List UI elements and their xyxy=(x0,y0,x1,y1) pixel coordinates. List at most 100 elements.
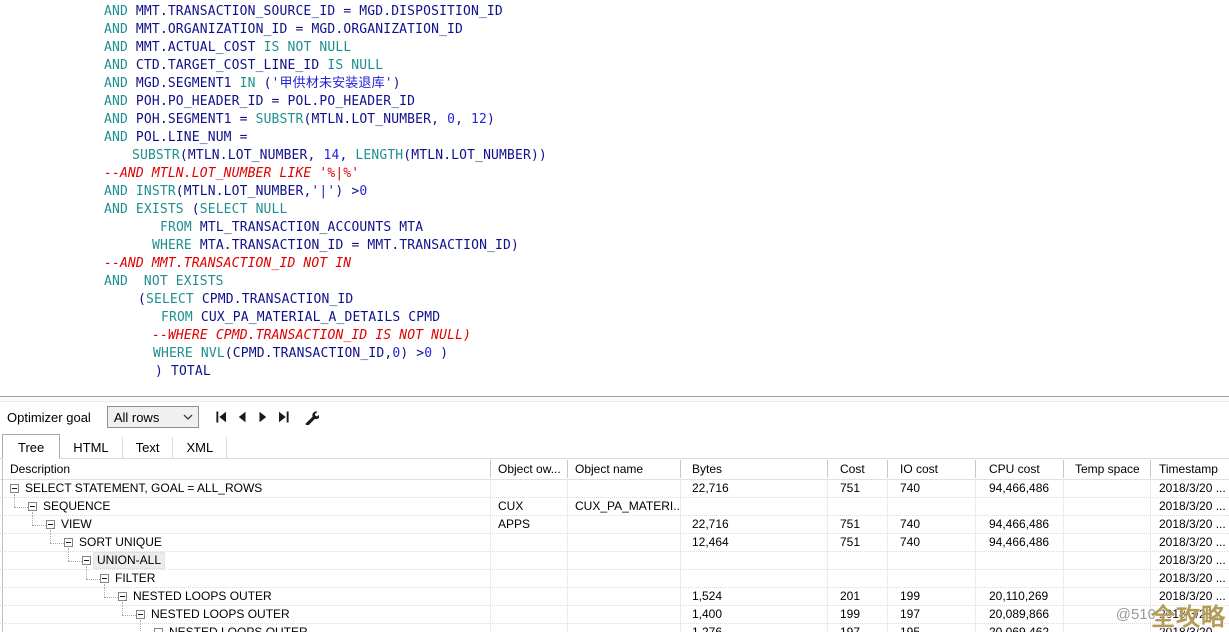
tab-xml[interactable]: XML xyxy=(173,437,227,458)
plan-tree-row[interactable]: SORT UNIQUE12,46475174094,466,4862018/3/… xyxy=(0,534,1229,552)
plan-operation-label[interactable]: UNION-ALL xyxy=(94,553,164,568)
tab-html[interactable]: HTML xyxy=(60,437,122,458)
tree-connector xyxy=(50,534,51,543)
cell-io: 740 xyxy=(900,516,974,533)
sql-line: AND MMT.ORGANIZATION_ID = MGD.ORGANIZATI… xyxy=(0,21,1229,39)
plan-operation-label[interactable]: SEQUENCE xyxy=(40,499,113,514)
first-record-button[interactable] xyxy=(211,406,232,428)
plan-grid-body[interactable]: SELECT STATEMENT, GOAL = ALL_ROWS 22,716 7… xyxy=(0,480,1229,632)
collapse-icon[interactable] xyxy=(10,484,19,493)
tree-connector xyxy=(32,516,33,525)
sql-editor[interactable]: AND MMT.TRANSACTION_SOURCE_ID = MGD.DISP… xyxy=(0,0,1229,396)
tab-text[interactable]: Text xyxy=(123,437,174,458)
column-separator[interactable] xyxy=(887,460,888,478)
tree-connector xyxy=(104,597,118,598)
tree-connector xyxy=(32,525,46,526)
column-header-bytes[interactable]: Bytes xyxy=(692,459,825,479)
sql-line: --AND MMT.TRANSACTION_ID NOT IN xyxy=(0,255,1229,273)
tab-tree[interactable]: Tree xyxy=(2,434,60,459)
cell-cost: 199 xyxy=(840,606,886,623)
cell-time: 2018/3/20 ... xyxy=(1159,498,1228,515)
cell-bytes: 1,400 xyxy=(692,606,826,623)
collapse-icon[interactable] xyxy=(46,520,55,529)
plsql-explain-plan-window: AND MMT.TRANSACTION_SOURCE_ID = MGD.DISP… xyxy=(0,0,1229,632)
column-header-name[interactable]: Object name xyxy=(575,459,678,479)
plan-operation-label[interactable]: NESTED LOOPS OUTER xyxy=(166,625,311,632)
cell-cpu: 20,069,462 xyxy=(989,624,1062,632)
tree-connector xyxy=(122,615,136,616)
cell-cpu: 94,466,486 xyxy=(989,534,1062,551)
plan-operation-label[interactable]: SORT UNIQUE xyxy=(76,535,165,550)
cell-time: 2018/3/20 ... xyxy=(1159,588,1228,605)
chevron-down-icon xyxy=(183,414,193,420)
tree-connector xyxy=(50,543,64,544)
column-separator[interactable] xyxy=(827,460,828,478)
plan-grid: Description Object ow... Object name Bytes C… xyxy=(0,459,1229,632)
tree-connector xyxy=(14,507,28,508)
cell-cost: 751 xyxy=(840,516,886,533)
column-header-cpu[interactable]: CPU cost xyxy=(989,459,1061,479)
column-separator[interactable] xyxy=(1063,460,1064,478)
cell-time: 2018/3/20 ... xyxy=(1159,606,1228,623)
column-header-temp[interactable]: Temp space xyxy=(1075,459,1148,479)
sql-line: AND MGD.SEGMENT1 IN ('甲供材未安装退库') xyxy=(0,75,1229,93)
column-separator[interactable] xyxy=(1150,460,1151,478)
sql-line: AND MMT.TRANSACTION_SOURCE_ID = MGD.DISP… xyxy=(0,3,1229,21)
plan-toolbar: Optimizer goal All rows xyxy=(0,402,1229,432)
optimizer-goal-select[interactable]: All rows xyxy=(107,406,199,428)
sql-line: AND INSTR(MTLN.LOT_NUMBER,'|') >0 xyxy=(0,183,1229,201)
collapse-icon[interactable] xyxy=(28,502,37,511)
plan-tree-row[interactable]: VIEWAPPS22,71675174094,466,4862018/3/20 … xyxy=(0,516,1229,534)
plan-tree-row[interactable]: FILTER2018/3/20 ... xyxy=(0,570,1229,588)
plan-tree-row[interactable]: SEQUENCECUXCUX_PA_MATERI...2018/3/20 ... xyxy=(0,498,1229,516)
collapse-icon[interactable] xyxy=(118,592,127,601)
preferences-button[interactable] xyxy=(301,406,323,428)
last-record-icon xyxy=(277,410,291,424)
cell-time: 2018/3/20 ... xyxy=(1159,534,1228,551)
tree-connector xyxy=(86,570,87,579)
column-header-cost[interactable]: Cost xyxy=(840,459,885,479)
cell-cost: 201 xyxy=(840,588,886,605)
column-separator[interactable] xyxy=(975,460,976,478)
plan-operation-label[interactable]: NESTED LOOPS OUTER xyxy=(130,589,275,604)
cell-time: 2018/3/20 ... xyxy=(1159,624,1228,632)
collapse-icon[interactable] xyxy=(82,556,91,565)
sql-line: AND EXISTS (SELECT NULL xyxy=(0,201,1229,219)
collapse-icon[interactable] xyxy=(100,574,109,583)
column-header-io[interactable]: IO cost xyxy=(900,459,973,479)
plan-operation-label[interactable]: NESTED LOOPS OUTER xyxy=(148,607,293,622)
cell-owner: CUX xyxy=(498,498,566,515)
sql-line: AND POH.SEGMENT1 = SUBSTR(MTLN.LOT_NUMBE… xyxy=(0,111,1229,129)
collapse-icon[interactable] xyxy=(136,610,145,619)
plan-operation-label[interactable]: FILTER xyxy=(112,571,158,586)
collapse-icon[interactable] xyxy=(64,538,73,547)
column-separator[interactable] xyxy=(680,460,681,478)
plan-operation-label[interactable]: VIEW xyxy=(58,517,95,532)
plan-grid-header: Description Object ow... Object name Bytes C… xyxy=(0,459,1229,480)
next-record-icon xyxy=(256,410,270,424)
cell-cost: 751 xyxy=(840,534,886,551)
plan-tree-row[interactable]: UNION-ALL2018/3/20 ... xyxy=(0,552,1229,570)
plan-tree-row[interactable]: NESTED LOOPS OUTER1,52420119920,110,2692… xyxy=(0,588,1229,606)
column-separator[interactable] xyxy=(567,460,568,478)
column-header-time[interactable]: Timestamp xyxy=(1159,459,1227,479)
cell-bytes: 1,524 xyxy=(692,588,826,605)
cell-cpu: 20,089,866 xyxy=(989,606,1062,623)
plan-tree-row[interactable]: NESTED LOOPS OUTER1,27619719520,069,4622… xyxy=(0,624,1229,632)
next-record-button[interactable] xyxy=(253,406,274,428)
column-header-owner[interactable]: Object ow... xyxy=(498,459,565,479)
cell-io: 199 xyxy=(900,588,974,605)
plan-tree-row[interactable]: NESTED LOOPS OUTER1,40019919720,089,8662… xyxy=(0,606,1229,624)
tree-connector xyxy=(68,552,69,561)
plan-operation-label[interactable]: SELECT STATEMENT, GOAL = ALL_ROWS xyxy=(22,481,265,496)
sql-line: AND POH.PO_HEADER_ID = POL.PO_HEADER_ID xyxy=(0,93,1229,111)
collapse-icon[interactable] xyxy=(154,628,163,632)
tree-connector xyxy=(68,561,82,562)
column-header-desc[interactable]: Description xyxy=(10,459,488,479)
plan-tree-row[interactable]: SELECT STATEMENT, GOAL = ALL_ROWS22,7167… xyxy=(0,480,1229,498)
column-separator[interactable] xyxy=(490,460,491,478)
sql-line: WHERE MTA.TRANSACTION_ID = MMT.TRANSACTI… xyxy=(0,237,1229,255)
last-record-button[interactable] xyxy=(274,406,295,428)
cell-bytes: 22,716 xyxy=(692,516,826,533)
previous-record-button[interactable] xyxy=(232,406,253,428)
